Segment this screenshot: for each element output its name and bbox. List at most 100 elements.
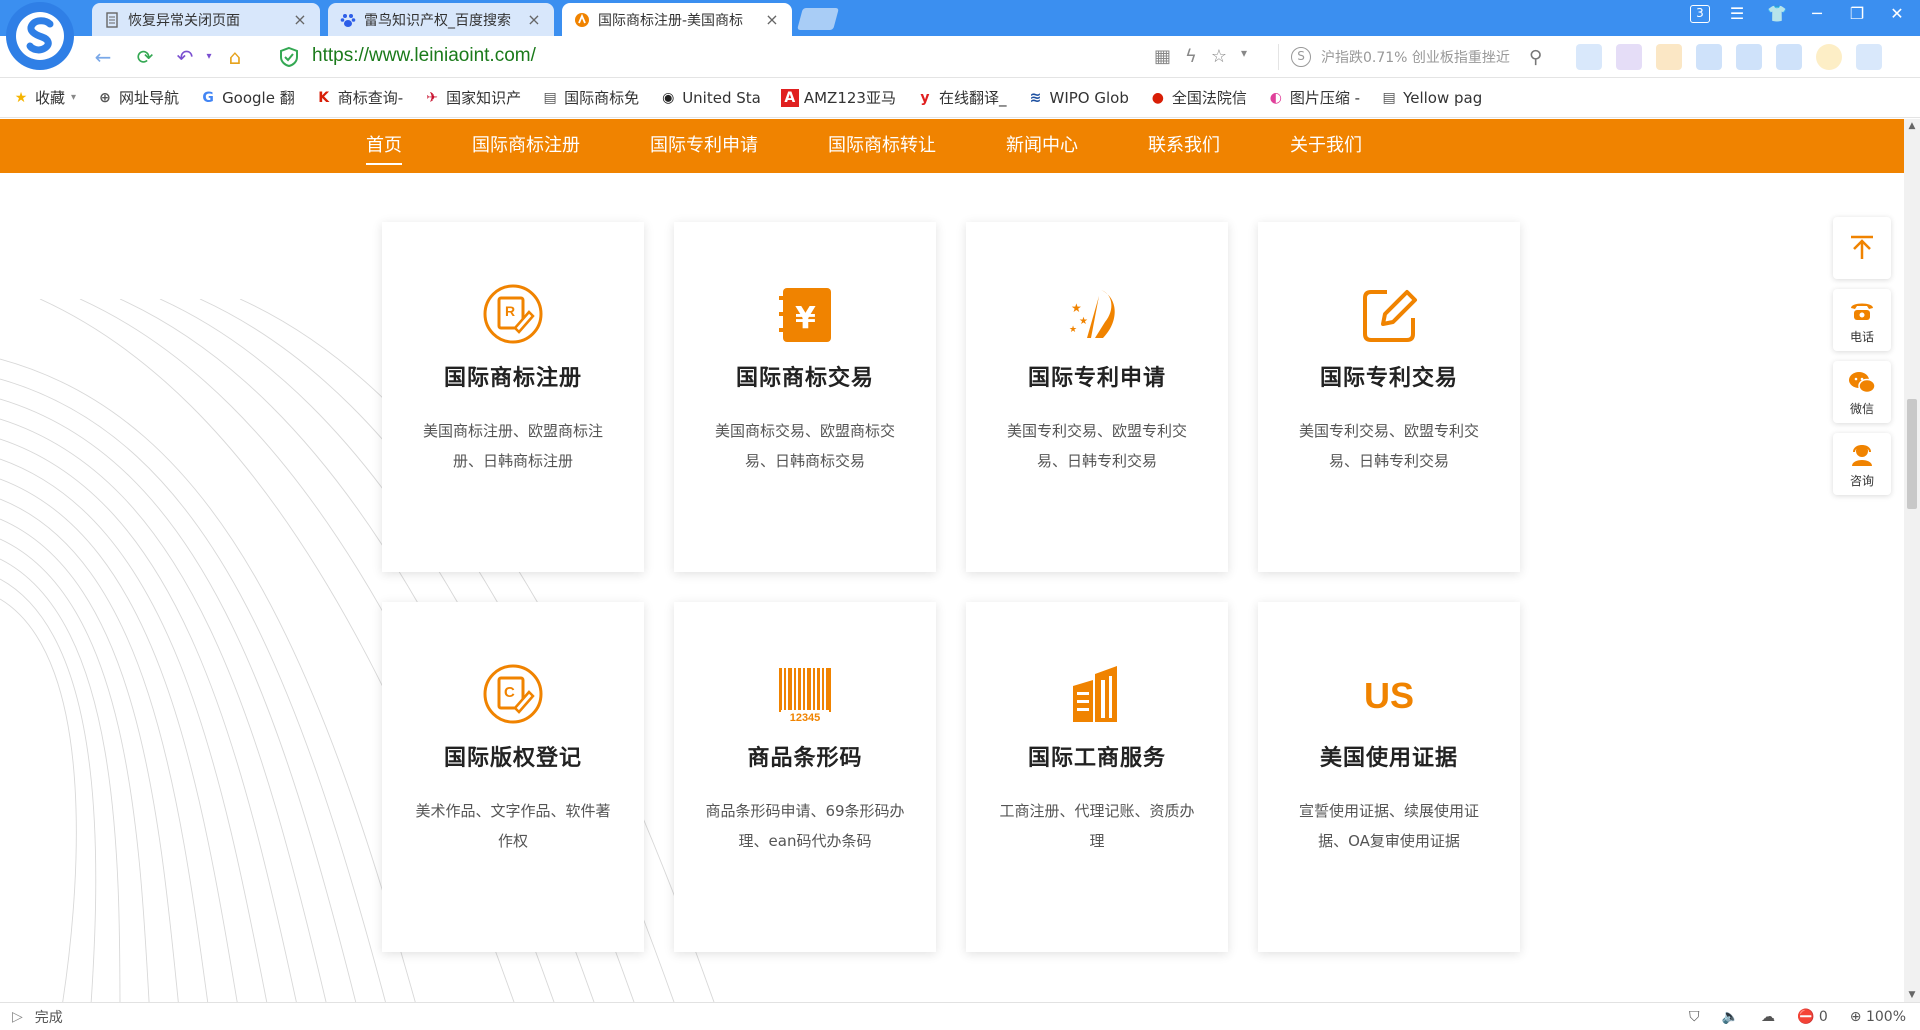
restore-icon[interactable]: ❐ (1844, 4, 1870, 23)
service-card[interactable]: 国际工商服务 工商注册、代理记账、资质办理 (966, 602, 1228, 952)
download-icon[interactable] (1856, 44, 1882, 70)
scissors-icon[interactable] (1616, 44, 1642, 70)
tab-active-site[interactable]: 国际商标注册-美国商标 × (562, 3, 792, 36)
back-icon[interactable]: ← (90, 44, 116, 70)
close-window-icon[interactable]: ✕ (1884, 4, 1910, 23)
bookmark-label: 国家知识产 (446, 89, 522, 107)
zoom-icon: ⊕ (1849, 1008, 1862, 1025)
skin-icon[interactable]: 👕 (1764, 4, 1790, 23)
bookmark-label: 在线翻译_ (938, 89, 1007, 107)
scrollbar-thumb[interactable] (1907, 399, 1917, 509)
bookmark-label: WIPO Glob (1049, 88, 1129, 107)
translate-icon[interactable] (1696, 44, 1722, 70)
bookmark-item[interactable]: K 商标查询- (315, 87, 403, 108)
close-icon[interactable]: × (764, 11, 780, 28)
service-card[interactable]: 国际专利交易 美国专利交易、欧盟专利交易、日韩专利交易 (1258, 222, 1520, 572)
google-translate-icon: G (202, 89, 214, 106)
nav-item-news[interactable]: 新闻中心 (1006, 119, 1078, 173)
volume-icon[interactable]: 🔈 (1722, 1009, 1739, 1025)
bookmark-label: United Sta (682, 88, 761, 107)
card-title: 国际版权登记 (443, 746, 582, 771)
back-to-top-button[interactable] (1833, 217, 1891, 279)
url-field[interactable]: https://www.leiniaoint.com/ (312, 45, 536, 67)
reader-icon[interactable] (1736, 44, 1762, 70)
lightning-icon[interactable]: ϟ (1185, 46, 1197, 67)
browser-logo-icon[interactable] (6, 2, 74, 70)
cnipa-icon: ✈ (426, 89, 439, 106)
bookmark-item[interactable]: ▤ Yellow pag (1380, 89, 1482, 107)
bookmark-item[interactable]: y 在线翻译_ (916, 87, 1007, 108)
bookmark-item[interactable]: ⊕ 网址导航 (96, 87, 179, 108)
close-icon[interactable]: × (292, 11, 308, 28)
close-icon[interactable]: × (526, 11, 542, 28)
service-card[interactable]: 12345 商品条形码 商品条形码申请、69条形码办理、ean码代办条码 (674, 602, 936, 952)
nav-item-trademark-transfer[interactable]: 国际商标转让 (828, 119, 936, 173)
vertical-scrollbar[interactable]: ▲ ▼ (1904, 119, 1920, 1002)
search-engine-icon[interactable]: S (1291, 47, 1311, 67)
nav-item-trademark-registration[interactable]: 国际商标注册 (472, 119, 580, 173)
window-controls: 3 ☰ 👕 ─ ❐ ✕ (1690, 4, 1910, 23)
smile-icon[interactable] (1816, 44, 1842, 70)
bookmark-item[interactable]: ★ 收藏 ▾ (12, 87, 76, 108)
chevron-down-icon[interactable]: ▾ (1241, 46, 1247, 67)
nav-item-contact[interactable]: 联系我们 (1148, 119, 1220, 173)
service-card[interactable]: C 国际版权登记 美术作品、文字作品、软件著作权 (382, 602, 644, 952)
qr-code-icon[interactable]: ▦ (1154, 46, 1171, 67)
new-tab-button[interactable] (797, 8, 839, 30)
bookmark-item[interactable]: ● 全国法院信 (1149, 87, 1247, 108)
zoom-control[interactable]: ⊕ 100% (1850, 1009, 1906, 1025)
float-label: 微信 (1849, 401, 1874, 416)
sidebar-toggle-icon[interactable]: ▷ (12, 1009, 23, 1025)
service-card[interactable]: US 美国使用证据 宣誓使用证据、续展使用证据、OA复审使用证据 (1258, 602, 1520, 952)
search-input[interactable]: 沪指跌0.71% 创业板指重挫近 (1321, 47, 1521, 67)
undo-icon[interactable]: ↶ (172, 44, 198, 70)
yuan-notebook-icon: ¥ (779, 288, 831, 342)
consult-icon (1852, 444, 1872, 466)
tab-baidu[interactable]: 雷鸟知识产权_百度搜索 × (328, 3, 554, 36)
home-icon[interactable]: ⌂ (222, 44, 248, 70)
security-icon[interactable]: ⛉ (1689, 1009, 1700, 1025)
card-title: 商品条形码 (747, 746, 863, 771)
refresh-icon[interactable]: ⟳ (132, 44, 158, 70)
chevron-down-icon[interactable]: ▾ (196, 44, 222, 70)
key-icon[interactable] (1656, 44, 1682, 70)
card-description: 美术作品、文字作品、软件著作权 (415, 802, 611, 850)
minimize-icon[interactable]: ─ (1804, 4, 1830, 23)
bookmark-item[interactable]: ◉ United Sta (659, 89, 761, 107)
bookmark-item[interactable]: ▤ 国际商标免 (541, 87, 640, 108)
search-box[interactable]: S 沪指跌0.71% 创业板指重挫近 ⚲ (1278, 44, 1558, 70)
consult-button[interactable]: 咨询 (1833, 433, 1891, 495)
bookmark-item[interactable]: ≋ WIPO Glob (1026, 88, 1129, 107)
scroll-down-icon[interactable]: ▼ (1904, 990, 1920, 1000)
nav-item-patent-application[interactable]: 国际专利申请 (650, 119, 758, 173)
wechat-button[interactable]: 微信 (1833, 361, 1891, 423)
word-icon[interactable] (1776, 44, 1802, 70)
scroll-up-icon[interactable]: ▲ (1904, 121, 1920, 131)
star-icon: ★ (14, 89, 28, 106)
cloud-icon[interactable]: ☁ (1761, 1009, 1775, 1025)
security-shield-icon[interactable] (278, 46, 300, 68)
star-icon[interactable]: ☆ (1211, 46, 1227, 67)
adblock-icon: ⛔ (1796, 1008, 1815, 1025)
extension-flag-icon[interactable] (1576, 44, 1602, 70)
court-icon: ● (1151, 89, 1164, 106)
bookmark-item[interactable]: A AMZ123亚马 (780, 87, 896, 108)
nav-item-home[interactable]: 首页 (366, 119, 402, 173)
bookmark-item[interactable]: ✈ 国家知识产 (423, 87, 521, 108)
menu-icon[interactable]: ☰ (1724, 4, 1750, 23)
service-card[interactable]: ¥ 国际商标交易 美国商标交易、欧盟商标交易、日韩商标交易 (674, 222, 936, 572)
phone-icon (1851, 303, 1873, 320)
search-icon[interactable]: ⚲ (1529, 47, 1542, 68)
phone-button[interactable]: 电话 (1833, 289, 1891, 351)
service-card[interactable]: R 国际商标注册 美国商标注册、欧盟商标注册、日韩商标注册 (382, 222, 644, 572)
uspto-icon: ◉ (662, 89, 675, 106)
tab-count-badge[interactable]: 3 (1690, 4, 1710, 23)
bookmark-item[interactable]: ◐ 图片压缩 - (1267, 87, 1360, 108)
service-card[interactable]: ★ ★ ★ 国际专利申请 美国专利交易、欧盟专利交易、日韩专利交易 (966, 222, 1228, 572)
barcode-icon: 12345 (779, 668, 831, 724)
adblock-counter[interactable]: ⛔ 0 (1797, 1009, 1828, 1025)
card-title: 美国使用证据 (1319, 746, 1458, 771)
nav-item-about[interactable]: 关于我们 (1290, 119, 1362, 173)
bookmark-item[interactable]: G Google 翻 (199, 87, 294, 108)
tab-restore[interactable]: 恢复异常关闭页面 × (92, 3, 320, 36)
